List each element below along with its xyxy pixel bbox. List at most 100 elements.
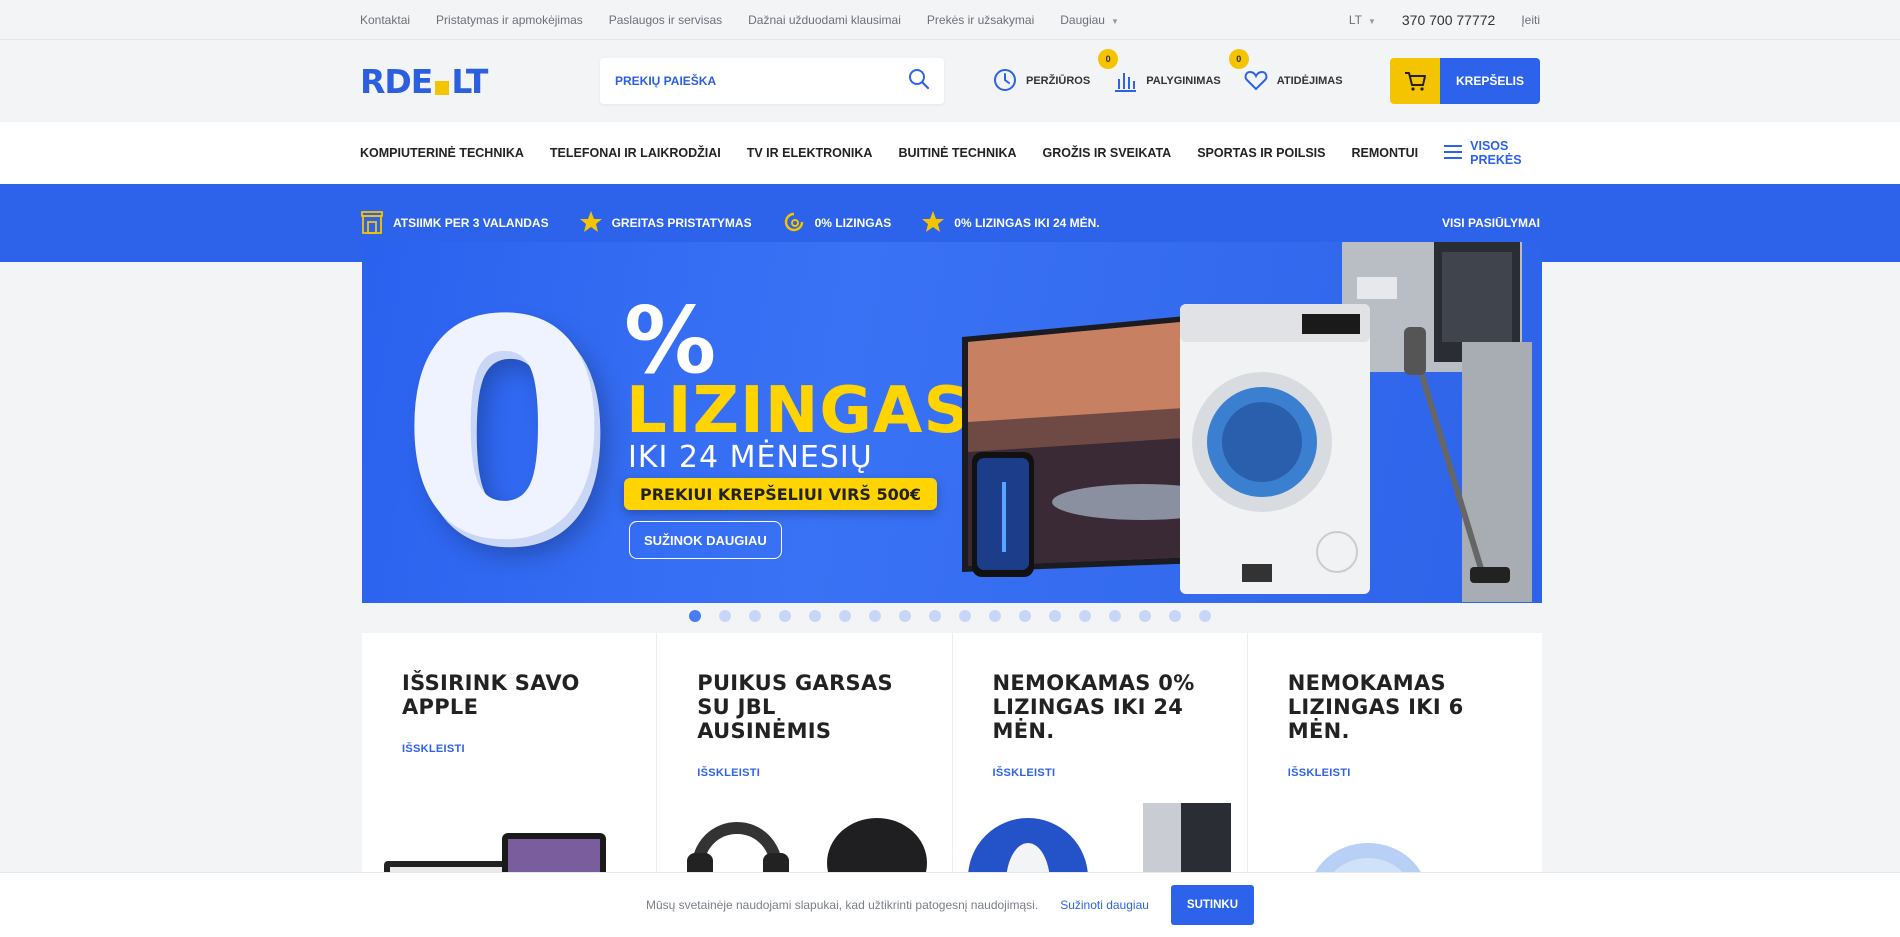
- hero-banner[interactable]: 0 % LIZINGAS IKI 24 MĖNESIŲ PREKIUI KREP…: [362, 242, 1542, 603]
- caret-down-icon: ▼: [1110, 17, 1119, 26]
- carousel-dot[interactable]: [809, 610, 821, 622]
- carousel-dot[interactable]: [869, 610, 881, 622]
- carousel-dot[interactable]: [1199, 610, 1211, 622]
- carousel-dot[interactable]: [1079, 610, 1091, 622]
- top-link-more[interactable]: Daugiau ▼: [1060, 13, 1119, 27]
- category-phones[interactable]: TELEFONAI IR LAIKRODŽIAI: [550, 146, 721, 160]
- top-links: Kontaktai Pristatymas ir apmokėjimas Pas…: [360, 13, 1119, 27]
- all-offers-link[interactable]: VISI PASIŪLYMAI: [1442, 216, 1540, 230]
- top-link-services[interactable]: Paslaugos ir servisas: [609, 13, 722, 27]
- compare-count-badge: 0: [1098, 48, 1119, 69]
- banner-headline: LIZINGAS: [626, 374, 971, 448]
- top-link-delivery[interactable]: Pristatymas ir apmokėjimas: [436, 13, 583, 27]
- carousel-dot[interactable]: [839, 610, 851, 622]
- carousel-dots: [0, 610, 1900, 622]
- carousel-dot[interactable]: [689, 610, 701, 622]
- bar-chart-icon: [1112, 67, 1138, 96]
- top-link-more-label: Daugiau: [1060, 13, 1105, 27]
- promo-card-image: [967, 803, 1231, 873]
- search-icon[interactable]: [908, 68, 930, 95]
- promo-card-expand-link[interactable]: IŠSKLEISTI: [1288, 767, 1351, 779]
- views-label: PERŽIŪROS: [1026, 75, 1091, 87]
- carousel-dot[interactable]: [1139, 610, 1151, 622]
- carousel-dot[interactable]: [779, 610, 791, 622]
- category-computers[interactable]: KOMPIUTERINĖ TECHNIKA: [360, 146, 524, 160]
- promo-card-title: NEMOKAMAS 0% LIZINGAS IKI 24 MĖN.: [992, 671, 1195, 744]
- heart-icon: [1243, 67, 1269, 96]
- carousel-dot[interactable]: [1109, 610, 1121, 622]
- history-icon: [992, 67, 1018, 96]
- carousel-dot[interactable]: [1049, 610, 1061, 622]
- category-sports[interactable]: SPORTAS IR POILSIS: [1197, 146, 1325, 160]
- promo-card-expand-link[interactable]: IŠSKLEISTI: [993, 767, 1056, 779]
- benefit-leasing-label: 0% LIZINGAS: [814, 216, 892, 230]
- login-link[interactable]: Įeiti: [1521, 13, 1540, 27]
- top-link-faq[interactable]: Dažnai užduodami klausimai: [748, 13, 901, 27]
- banner-products-image: [962, 242, 1532, 602]
- site-logo[interactable]: RDE LT: [360, 62, 600, 101]
- cart-icon: [1390, 58, 1440, 104]
- carousel-dot[interactable]: [989, 610, 1001, 622]
- benefit-delivery[interactable]: GREITAS PRISTATYMAS: [579, 210, 752, 237]
- wishlist-button[interactable]: 0 ATIDĖJIMAS: [1228, 48, 1343, 96]
- category-tv[interactable]: TV IR ELEKTRONIKA: [747, 146, 873, 160]
- logo-text-right: LT: [451, 61, 488, 101]
- promo-card-leasing-6[interactable]: NEMOKAMAS LIZINGAS IKI 6 MĖN. IŠSKLEISTI: [1248, 633, 1542, 873]
- compare-button[interactable]: 0 PALYGINIMAS: [1098, 48, 1221, 96]
- header: RDE LT PERŽIŪROS 0 PALYGINIMAS: [0, 40, 1900, 122]
- benefit-leasing-24[interactable]: 0% LIZINGAS IKI 24 MĖN.: [921, 210, 1100, 237]
- star-icon: [921, 210, 945, 237]
- banner-pill-text: PREKIUI KREPŠELIUI: [640, 484, 823, 504]
- all-products-button[interactable]: VISOS PREKĖS: [1444, 139, 1540, 167]
- views-button[interactable]: PERŽIŪROS: [992, 67, 1090, 96]
- cookie-learn-more-link[interactable]: Sužinoti daugiau: [1060, 898, 1149, 912]
- promo-card-apple[interactable]: IŠSIRINK SAVO APPLE IŠSKLEISTI: [362, 633, 658, 873]
- banner-condition-pill: PREKIUI KREPŠELIUI VIRŠ 500€: [624, 478, 938, 510]
- cart-button[interactable]: KREPŠELIS: [1390, 58, 1540, 104]
- search-input[interactable]: [615, 74, 908, 88]
- promo-card-expand-link[interactable]: IŠSKLEISTI: [402, 743, 465, 755]
- top-link-orders[interactable]: Prekės ir užsakymai: [927, 13, 1034, 27]
- search-box: [600, 58, 944, 104]
- logo-square: [435, 80, 450, 95]
- benefit-pickup-label: ATSIIMK PER 3 VALANDAS: [393, 216, 549, 230]
- compare-label: PALYGINIMAS: [1146, 75, 1221, 87]
- banner-learn-more-button[interactable]: SUŽINOK DAUGIAU: [629, 521, 782, 559]
- carousel-dot[interactable]: [1169, 610, 1181, 622]
- benefit-pickup[interactable]: ATSIIMK PER 3 VALANDAS: [360, 209, 549, 238]
- carousel-dot[interactable]: [719, 610, 731, 622]
- promo-card-title: NEMOKAMAS LIZINGAS IKI 6 MĖN.: [1287, 671, 1464, 744]
- language-selector[interactable]: LT ▼: [1349, 13, 1376, 27]
- carousel-dot[interactable]: [749, 610, 761, 622]
- carousel-dot[interactable]: [899, 610, 911, 622]
- banner-pill-bold: VIRŠ 500€: [828, 484, 922, 504]
- promo-card-expand-link[interactable]: IŠSKLEISTI: [697, 767, 760, 779]
- phone-number[interactable]: 370 700 77772: [1402, 12, 1495, 28]
- top-bar: Kontaktai Pristatymas ir apmokėjimas Pas…: [0, 0, 1900, 40]
- promo-cards: IŠSIRINK SAVO APPLE IŠSKLEISTI PUIKUS GA…: [362, 633, 1542, 873]
- promo-card-leasing-24[interactable]: NEMOKAMAS 0% LIZINGAS IKI 24 MĖN. IŠSKLE…: [953, 633, 1248, 873]
- benefit-leasing[interactable]: 0% LIZINGAS: [782, 210, 892, 237]
- carousel-dot[interactable]: [929, 610, 941, 622]
- carousel-dot[interactable]: [959, 610, 971, 622]
- category-appliances[interactable]: BUITINĖ TECHNIKA: [898, 146, 1016, 160]
- category-repair[interactable]: REMONTUI: [1351, 146, 1418, 160]
- cookie-accept-button[interactable]: SUTINKU: [1170, 885, 1255, 925]
- logo-text-left: RDE: [360, 61, 433, 101]
- language-label: LT: [1348, 13, 1362, 27]
- promo-card-jbl[interactable]: PUIKUS GARSAS SU JBL AUSINĖMIS IŠSKLEIST…: [657, 633, 953, 873]
- cookie-bar: Mūsų svetainėje naudojami slapukai, kad …: [0, 872, 1900, 937]
- wishlist-label: ATIDĖJIMAS: [1276, 75, 1343, 87]
- category-beauty[interactable]: GROŽIS IR SVEIKATA: [1043, 146, 1172, 160]
- carousel-dot[interactable]: [1019, 610, 1031, 622]
- store-icon: [360, 209, 384, 238]
- promo-card-image: [384, 833, 606, 873]
- leasing-icon: [782, 210, 806, 237]
- benefit-delivery-label: GREITAS PRISTATYMAS: [611, 216, 752, 230]
- star-icon: [579, 210, 603, 237]
- wishlist-count-badge: 0: [1228, 48, 1249, 69]
- top-link-contacts[interactable]: Kontaktai: [360, 13, 410, 27]
- banner-subheadline: IKI 24 MĖNESIŲ: [628, 440, 873, 475]
- cookie-text: Mūsų svetainėje naudojami slapukai, kad …: [645, 898, 1039, 912]
- caret-down-icon: ▼: [1367, 17, 1376, 26]
